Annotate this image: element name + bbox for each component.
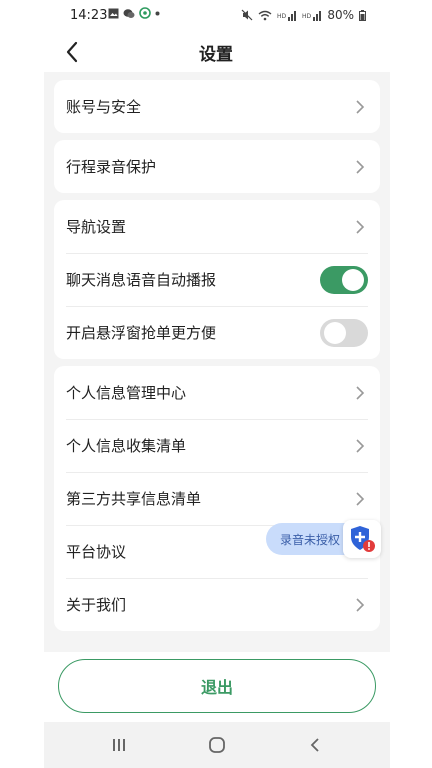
header: 设置 — [0, 32, 432, 72]
settings-group-trip: 行程录音保护 — [54, 140, 380, 193]
floating-window-toggle[interactable] — [320, 318, 368, 347]
chevron-right-icon — [356, 385, 365, 400]
settings-group-account: 账号与安全 — [54, 80, 380, 133]
battery-percent: 80% — [327, 8, 354, 22]
setting-floating-window: 开启悬浮窗抢单更方便 — [54, 306, 380, 359]
toggle-knob — [324, 321, 346, 344]
setting-account-security[interactable]: 账号与安全 — [54, 80, 380, 133]
setting-label: 行程录音保护 — [66, 158, 157, 176]
pill-text: 录音未授权 — [280, 533, 341, 547]
setting-label: 个人信息管理中心 — [66, 384, 187, 402]
svg-text:HD: HD — [302, 13, 312, 20]
setting-label: 平台协议 — [66, 543, 127, 561]
hd-signal-icon: HD — [302, 10, 322, 21]
home-icon — [209, 737, 225, 753]
chevron-right-icon — [356, 219, 365, 234]
wifi-icon — [258, 10, 272, 20]
status-bar: 14:23 HD HD 80% — [0, 0, 432, 32]
setting-label: 聊天消息语音自动播报 — [66, 271, 217, 289]
setting-trip-recording[interactable]: 行程录音保护 — [54, 140, 380, 193]
app-icon — [139, 7, 151, 19]
status-right-icons: HD HD 80% — [241, 8, 366, 22]
back-nav-button[interactable] — [302, 732, 328, 758]
setting-label: 开启悬浮窗抢单更方便 — [66, 324, 217, 342]
page-title: 设置 — [199, 45, 233, 65]
recent-apps-button[interactable] — [106, 732, 132, 758]
recent-apps-icon — [113, 739, 125, 751]
setting-about-us[interactable]: 关于我们 — [54, 578, 380, 631]
setting-label: 导航设置 — [66, 218, 127, 236]
logout-area: 退出 — [44, 652, 390, 722]
toggle-knob — [342, 268, 364, 291]
image-icon — [108, 8, 119, 18]
voice-autoplay-toggle[interactable] — [320, 265, 368, 294]
setting-label: 个人信息收集清单 — [66, 437, 187, 455]
hd-signal-icon: HD — [277, 10, 297, 21]
setting-third-party-sharing[interactable]: 第三方共享信息清单 — [54, 472, 380, 525]
chevron-right-icon — [356, 99, 365, 114]
settings-group-privacy: 个人信息管理中心 个人信息收集清单 第三方共享信息清单 平台协议 关于我们 — [54, 366, 380, 631]
setting-personal-info-center[interactable]: 个人信息管理中心 — [54, 366, 380, 419]
setting-label: 关于我们 — [66, 596, 127, 614]
settings-group-navigation: 导航设置 聊天消息语音自动播报 开启悬浮窗抢单更方便 — [54, 200, 380, 359]
dot-icon — [155, 11, 160, 15]
setting-voice-autoplay: 聊天消息语音自动播报 — [54, 253, 380, 306]
chevron-right-icon — [356, 491, 365, 506]
settings-content: 账号与安全 行程录音保护 导航设置 聊天消息语音自动播报 开启悬浮窗抢单更方便 … — [44, 72, 390, 652]
chevron-right-icon — [356, 438, 365, 453]
chevron-right-icon — [356, 159, 365, 174]
logout-label: 退出 — [200, 678, 233, 697]
setting-navigation[interactable]: 导航设置 — [54, 200, 380, 253]
shield-button[interactable] — [343, 520, 381, 558]
battery-icon — [359, 9, 366, 21]
svg-text:HD: HD — [277, 13, 287, 20]
setting-info-collection-list[interactable]: 个人信息收集清单 — [54, 419, 380, 472]
system-nav-bar — [44, 722, 390, 768]
setting-label: 账号与安全 — [66, 98, 142, 116]
logout-button[interactable]: 退出 — [58, 659, 376, 713]
chevron-right-icon — [356, 597, 365, 612]
back-nav-icon — [310, 738, 319, 752]
setting-label: 第三方共享信息清单 — [66, 490, 202, 508]
wechat-icon — [123, 8, 135, 18]
status-time: 14:23 — [70, 8, 108, 23]
shield-alert-icon — [351, 526, 375, 552]
mute-icon — [241, 9, 253, 21]
status-left-icons — [108, 7, 160, 19]
home-button[interactable] — [204, 732, 230, 758]
